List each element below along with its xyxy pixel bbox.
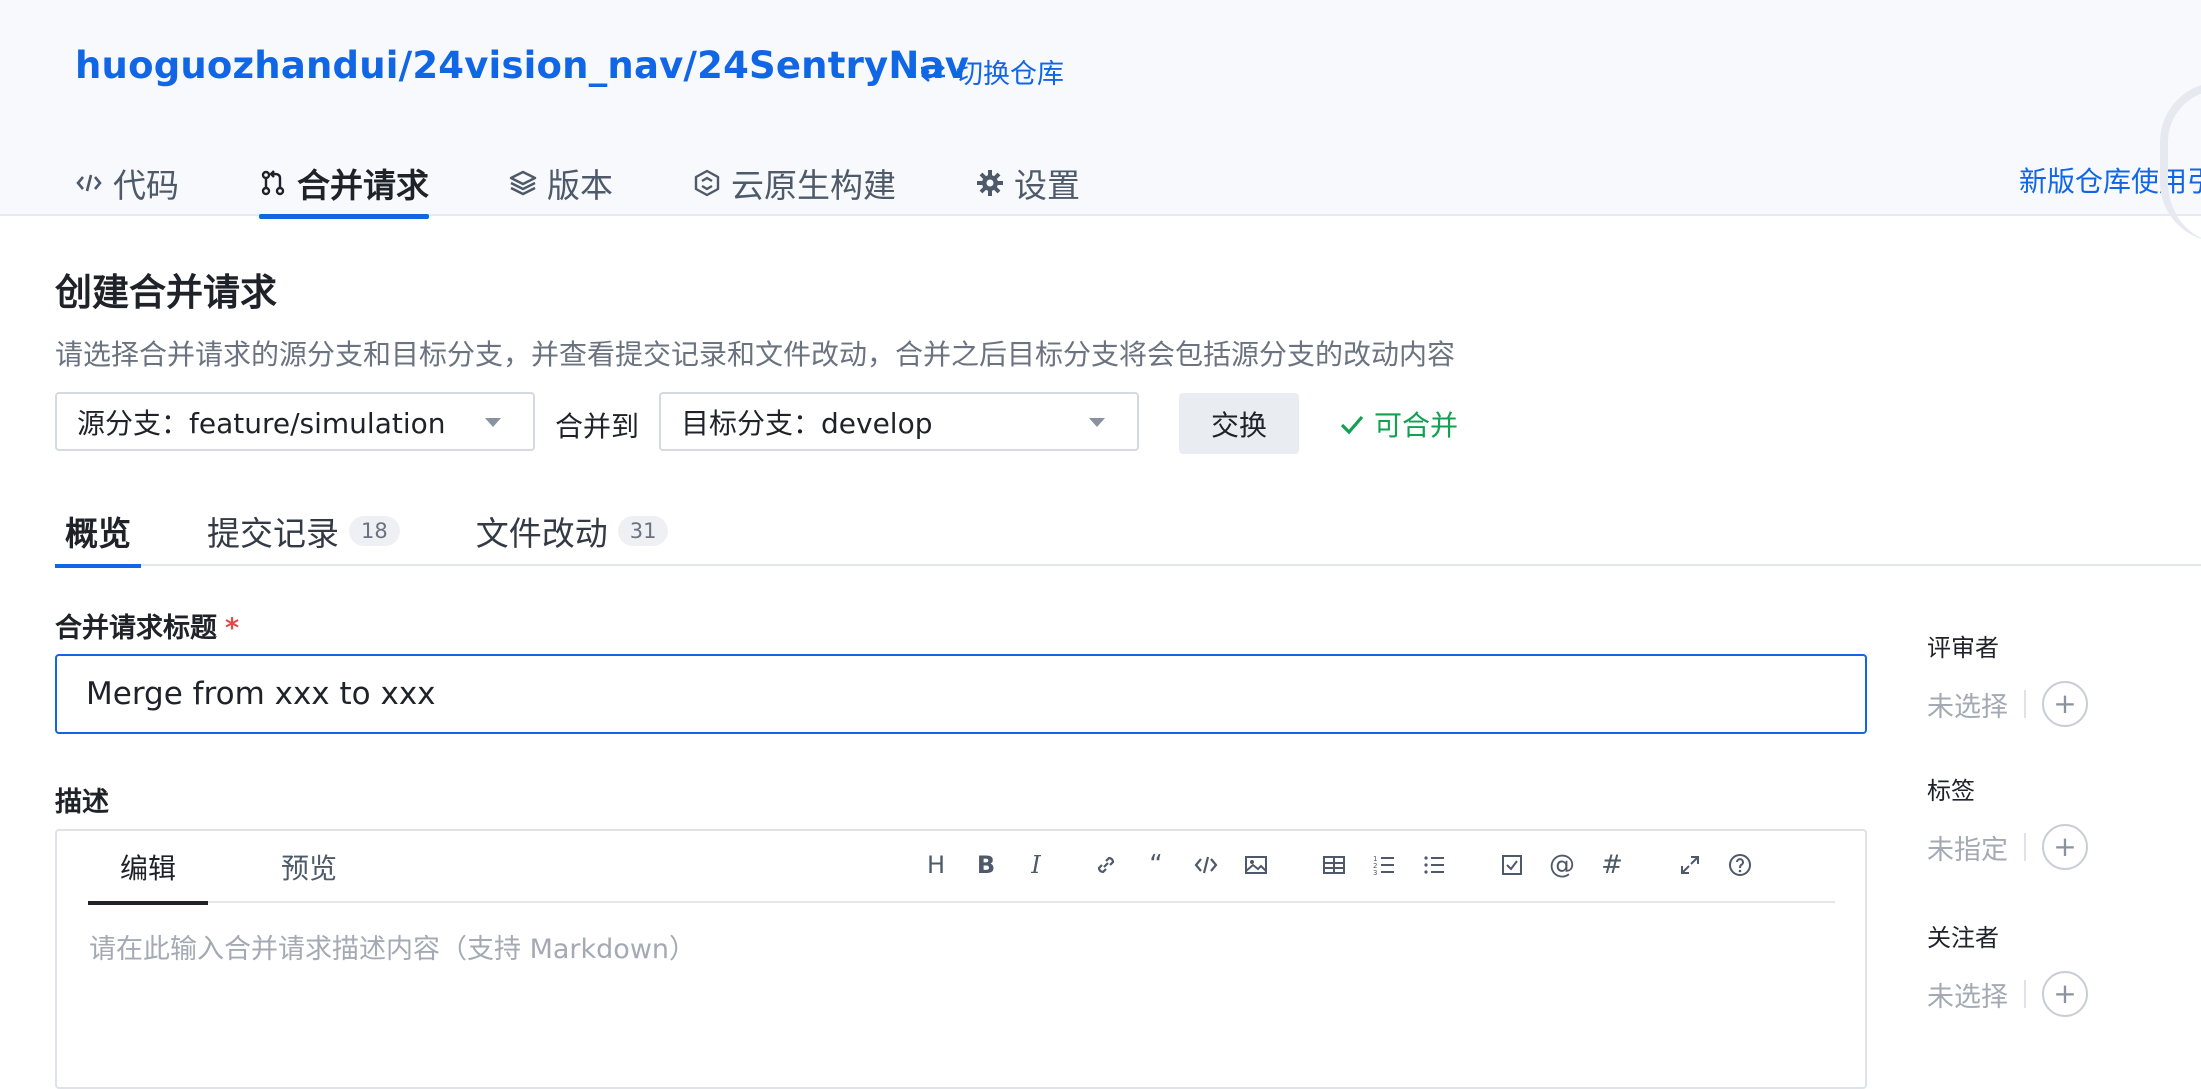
add-watcher-button[interactable]: + <box>2042 971 2088 1017</box>
nav-tab-label: 云原生构建 <box>731 166 896 205</box>
layers-icon <box>509 170 537 196</box>
switch-repo-label: 切换仓库 <box>956 59 1064 90</box>
title-label-text: 合并请求标题 <box>55 613 217 644</box>
description-textarea[interactable]: 请在此输入合并请求描述内容（支持 Markdown） <box>89 927 696 966</box>
page-description: 请选择合并请求的源分支和目标分支，并查看提交记录和文件改动，合并之后目标分支将会… <box>55 338 1456 371</box>
watchers-section: 关注者 未选择 + <box>1927 918 2088 1017</box>
reviewers-title: 评审者 <box>1927 634 1999 662</box>
nav-tab-label: 代码 <box>113 166 179 205</box>
mr-title-input[interactable] <box>55 654 1867 734</box>
mergeable-label: 可合并 <box>1374 409 1459 442</box>
nav-tab-versions[interactable]: 版本 <box>509 150 613 216</box>
target-branch-select[interactable]: 目标分支：develop <box>659 392 1139 451</box>
tab-file-changes[interactable]: 文件改动 31 <box>466 496 679 566</box>
bold-icon[interactable]: B <box>968 845 1004 885</box>
swap-branches-button[interactable]: 交换 <box>1179 393 1299 454</box>
check-icon <box>1340 415 1364 435</box>
divider <box>2024 980 2026 1008</box>
labels-value: 未指定 <box>1927 834 2008 866</box>
link-icon[interactable] <box>1088 845 1124 885</box>
tab-commits[interactable]: 提交记录 18 <box>197 496 410 566</box>
description-field-label: 描述 <box>55 787 109 818</box>
plus-icon: + <box>2053 977 2077 1010</box>
svg-text:3: 3 <box>1373 869 1377 877</box>
labels-section: 标签 未指定 + <box>1927 771 2088 870</box>
page-title: 创建合并请求 <box>55 271 277 314</box>
repo-header: huoguozhandui/24vision_nav/24SentryNav 切… <box>0 0 2201 242</box>
mr-tabs: 概览 提交记录 18 文件改动 31 <box>55 496 2201 568</box>
gear-icon <box>977 170 1003 196</box>
code-icon <box>76 174 102 192</box>
caret-down-icon <box>1089 418 1105 427</box>
quote-icon[interactable]: “ <box>1138 845 1174 885</box>
caret-down-icon <box>485 418 501 427</box>
source-branch-value: 源分支：feature/simulation <box>77 406 446 440</box>
required-mark: * <box>225 613 240 644</box>
repo-nav: 代码 合并请求 版本 云原生构建 设置 <box>75 150 1160 219</box>
decorative-arc <box>2160 82 2201 242</box>
source-branch-select[interactable]: 源分支：feature/simulation <box>55 392 535 451</box>
divider <box>2024 690 2026 718</box>
plus-icon: + <box>2053 687 2077 720</box>
description-editor: 编辑 预览 H B I “ 123 @ # 请在此输入合并请求描述内容（支持 M… <box>55 829 1867 1089</box>
nav-tab-label: 版本 <box>547 166 613 205</box>
tab-overview[interactable]: 概览 <box>55 496 141 568</box>
plus-icon: + <box>2053 830 2077 863</box>
unordered-list-icon[interactable] <box>1416 845 1452 885</box>
reviewers-section: 评审者 未选择 + <box>1927 628 2088 727</box>
mergeable-status: 可合并 <box>1338 404 1458 444</box>
nav-tab-code[interactable]: 代码 <box>75 150 179 216</box>
tab-label: 文件改动 <box>475 514 608 553</box>
cloud-build-icon <box>694 169 720 197</box>
image-icon[interactable] <box>1238 845 1274 885</box>
checkbox-icon[interactable] <box>1494 845 1530 885</box>
expand-icon[interactable] <box>1672 845 1708 885</box>
help-icon[interactable] <box>1722 845 1758 885</box>
nav-tab-label: 合并请求 <box>297 166 429 205</box>
editor-tab-edit[interactable]: 编辑 <box>88 847 208 905</box>
target-branch-value: 目标分支：develop <box>681 406 933 440</box>
commit-count-badge: 18 <box>349 516 400 546</box>
watchers-title: 关注者 <box>1927 924 1999 952</box>
title-field-label: 合并请求标题 * <box>55 606 239 645</box>
nav-tab-settings[interactable]: 设置 <box>976 150 1080 216</box>
add-label-button[interactable]: + <box>2042 824 2088 870</box>
hashtag-icon[interactable]: # <box>1594 845 1630 885</box>
switch-repo-button[interactable]: 切换仓库 <box>918 52 1064 91</box>
repo-path-link[interactable]: huoguozhandui/24vision_nav/24SentryNav <box>75 44 969 87</box>
italic-icon[interactable]: I <box>1018 845 1054 885</box>
divider <box>2024 833 2026 861</box>
nav-tab-label: 设置 <box>1014 166 1080 205</box>
tab-label: 概览 <box>65 514 131 553</box>
editor-tab-preview[interactable]: 预览 <box>274 847 344 903</box>
file-count-badge: 31 <box>617 516 669 546</box>
tab-label: 提交记录 <box>207 514 339 553</box>
nav-tab-merge-requests[interactable]: 合并请求 <box>259 150 429 219</box>
code-icon[interactable] <box>1188 845 1224 885</box>
editor-tabs: 编辑 预览 H B I “ 123 @ # <box>88 831 1835 905</box>
ordered-list-icon[interactable]: 123 <box>1366 845 1402 885</box>
labels-title: 标签 <box>1927 777 1975 805</box>
reviewers-value: 未选择 <box>1927 691 2008 723</box>
add-reviewer-button[interactable]: + <box>2042 681 2088 727</box>
merge-request-icon <box>261 170 285 196</box>
merge-to-label: 合并到 <box>555 410 640 443</box>
nav-tab-cloud-build[interactable]: 云原生构建 <box>693 150 896 216</box>
swap-arrows-icon <box>921 61 945 82</box>
table-icon[interactable] <box>1316 845 1352 885</box>
heading-icon[interactable]: H <box>918 845 954 885</box>
watchers-value: 未选择 <box>1927 981 2008 1013</box>
mention-icon[interactable]: @ <box>1544 845 1580 885</box>
